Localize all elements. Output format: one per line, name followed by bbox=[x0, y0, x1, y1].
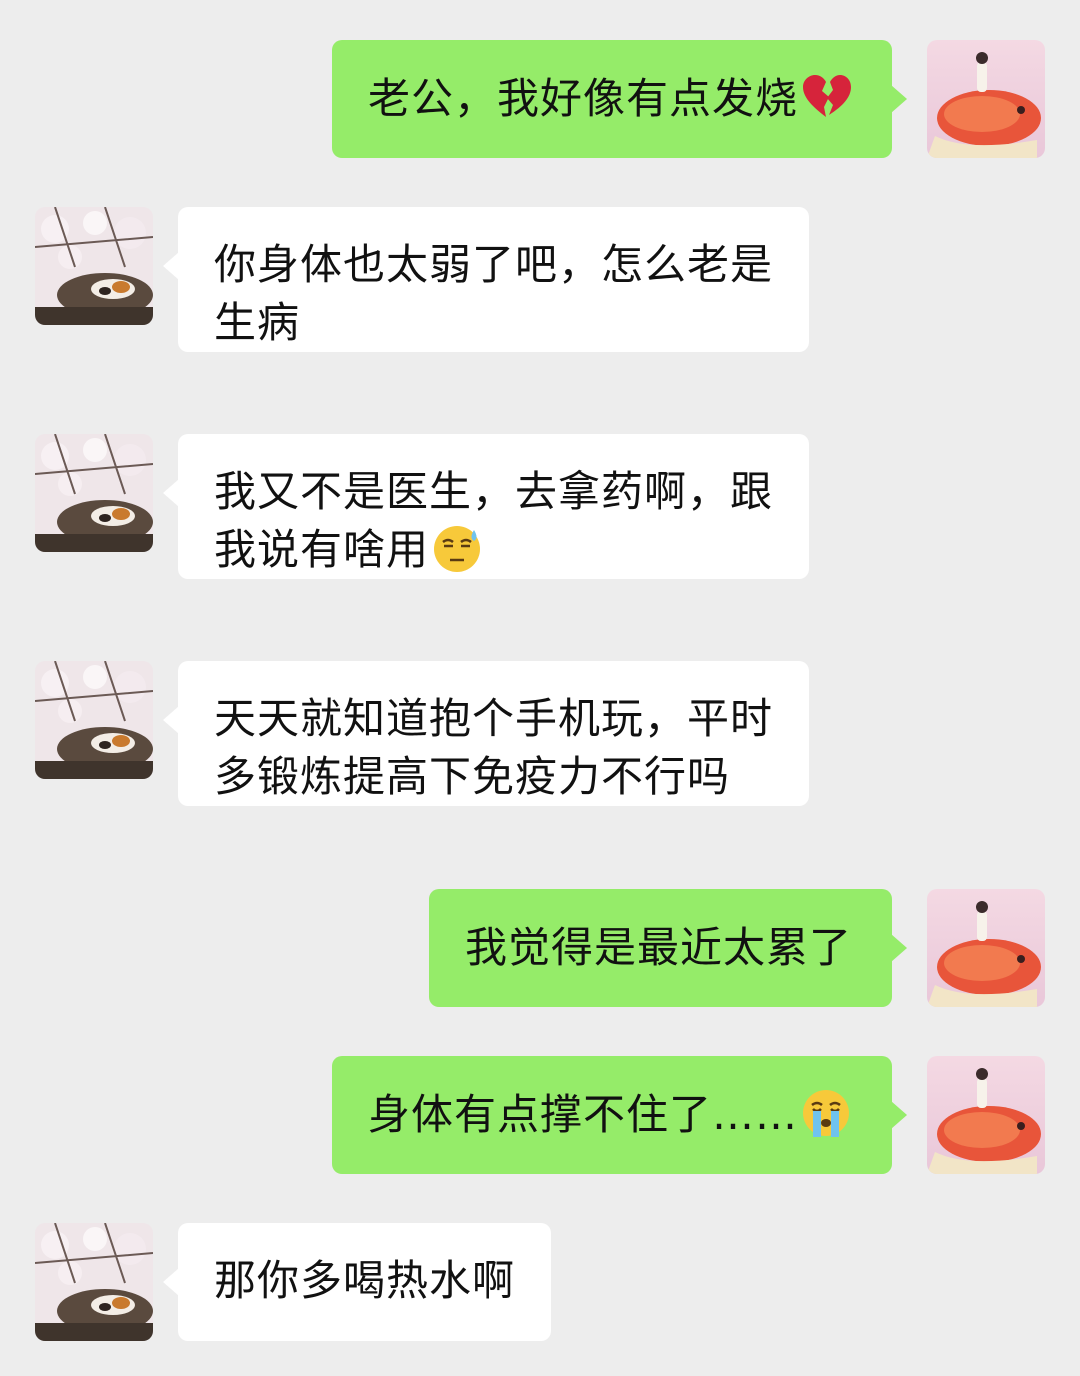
crying-face-icon bbox=[800, 1087, 852, 1139]
message-text-line: 老公，我好像有点发烧 bbox=[368, 70, 852, 128]
message-bubble[interactable]: 老公，我好像有点发烧 bbox=[331, 40, 908, 158]
message-bubble[interactable]: 你身体也太弱了吧，怎么老是 生病 bbox=[162, 207, 810, 352]
message-text-line: 我又不是医生，去拿药啊，跟 bbox=[214, 467, 774, 516]
message-text-line: 身体有点撑不住了…… bbox=[368, 1086, 852, 1144]
message-text: 身体有点撑不住了…… bbox=[367, 1090, 798, 1139]
broken-heart-icon bbox=[800, 71, 852, 123]
user-avatar[interactable] bbox=[927, 40, 1045, 158]
message-text-line: 生病 bbox=[214, 298, 301, 347]
sweat-face-icon bbox=[431, 522, 483, 574]
user-avatar[interactable] bbox=[927, 889, 1045, 1007]
contact-avatar[interactable] bbox=[35, 661, 153, 779]
message-text-line: 我觉得是最近太累了 bbox=[464, 923, 852, 972]
message-text-line: 那你多喝热水啊 bbox=[214, 1256, 516, 1305]
message-text-line: 你身体也太弱了吧，怎么老是 bbox=[214, 240, 774, 289]
message-bubble[interactable]: 我觉得是最近太累了 bbox=[428, 889, 908, 1007]
message-bubble[interactable]: 那你多喝热水啊 bbox=[162, 1223, 552, 1341]
message-bubble[interactable]: 天天就知道抱个手机玩，平时 多锻炼提高下免疫力不行吗 bbox=[162, 661, 810, 806]
user-avatar[interactable] bbox=[927, 1056, 1045, 1174]
message-text-line: 多锻炼提高下免疫力不行吗 bbox=[214, 752, 731, 801]
contact-avatar[interactable] bbox=[35, 1223, 153, 1341]
message-text: 我说有啥用 bbox=[214, 525, 430, 574]
message-text-line: 我说有啥用 bbox=[214, 521, 773, 579]
message-text: 老公，我好像有点发烧 bbox=[367, 74, 798, 123]
contact-avatar[interactable] bbox=[35, 207, 153, 325]
message-bubble[interactable]: 身体有点撑不住了…… bbox=[331, 1056, 908, 1174]
message-bubble[interactable]: 我又不是医生，去拿药啊，跟 我说有啥用 bbox=[162, 434, 810, 579]
message-text-line: 天天就知道抱个手机玩，平时 bbox=[214, 694, 774, 743]
contact-avatar[interactable] bbox=[35, 434, 153, 552]
